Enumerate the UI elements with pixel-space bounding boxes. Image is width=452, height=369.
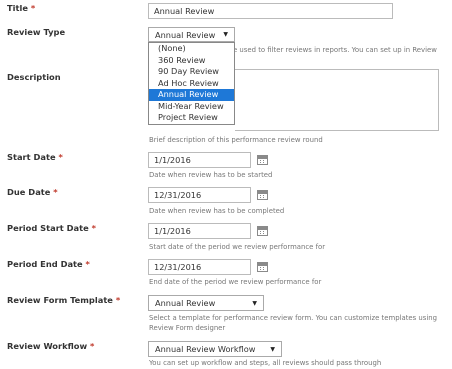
option-mid-year-review[interactable]: Mid-Year Review xyxy=(149,101,234,113)
due-date-label: Due Date * xyxy=(7,187,58,197)
option-project-review[interactable]: Project Review xyxy=(149,112,234,124)
chevron-down-icon: ▼ xyxy=(223,31,228,38)
review-form-template-label: Review Form Template * xyxy=(7,295,121,305)
calendar-icon[interactable] xyxy=(257,226,268,236)
due-date-help: Date when review has to be completed xyxy=(149,207,285,215)
review-type-select[interactable]: Annual Review ▼ xyxy=(148,27,235,42)
review-type-help: e used to filter reviews in reports. You… xyxy=(233,46,437,54)
review-type-label: Review Type xyxy=(7,27,66,37)
calendar-icon[interactable] xyxy=(257,155,268,165)
chevron-down-icon: ▼ xyxy=(270,345,275,353)
calendar-icon[interactable] xyxy=(257,190,268,200)
option-360-review[interactable]: 360 Review xyxy=(149,55,234,67)
period-end-date-label: Period End Date * xyxy=(7,259,90,269)
period-end-date-input[interactable]: 12/31/2016 xyxy=(148,259,251,275)
period-end-date-help: End date of the period we review perform… xyxy=(149,278,322,286)
review-form-template-help: Select a template for performance review… xyxy=(149,314,438,332)
review-workflow-help: You can set up workflow and steps, all r… xyxy=(149,359,382,367)
start-date-help: Date when review has to be started xyxy=(149,171,273,179)
review-workflow-select[interactable]: Annual Review Workflow ▼ xyxy=(148,341,282,357)
chevron-down-icon: ▼ xyxy=(252,299,257,307)
review-workflow-label: Review Workflow * xyxy=(7,341,95,351)
option-none[interactable]: (None) xyxy=(149,43,234,55)
review-type-options[interactable]: (None) 360 Review 90 Day Review Ad Hoc R… xyxy=(148,42,235,125)
start-date-label: Start Date * xyxy=(7,152,63,162)
description-label: Description xyxy=(7,72,61,82)
due-date-input[interactable]: 12/31/2016 xyxy=(148,187,251,203)
title-label: Title * xyxy=(7,3,36,13)
option-annual-review[interactable]: Annual Review xyxy=(149,89,234,101)
period-start-date-help: Start date of the period we review perfo… xyxy=(149,243,326,251)
description-help: Brief description of this performance re… xyxy=(149,136,323,144)
calendar-icon[interactable] xyxy=(257,262,268,272)
title-input[interactable]: Annual Review xyxy=(148,3,393,19)
review-form-template-select[interactable]: Annual Review ▼ xyxy=(148,295,264,311)
period-start-date-label: Period Start Date * xyxy=(7,223,96,233)
start-date-input[interactable]: 1/1/2016 xyxy=(148,152,251,168)
description-textarea[interactable] xyxy=(235,69,439,131)
option-90-day-review[interactable]: 90 Day Review xyxy=(149,66,234,78)
period-start-date-input[interactable]: 1/1/2016 xyxy=(148,223,251,239)
option-ad-hoc-review[interactable]: Ad Hoc Review xyxy=(149,78,234,90)
